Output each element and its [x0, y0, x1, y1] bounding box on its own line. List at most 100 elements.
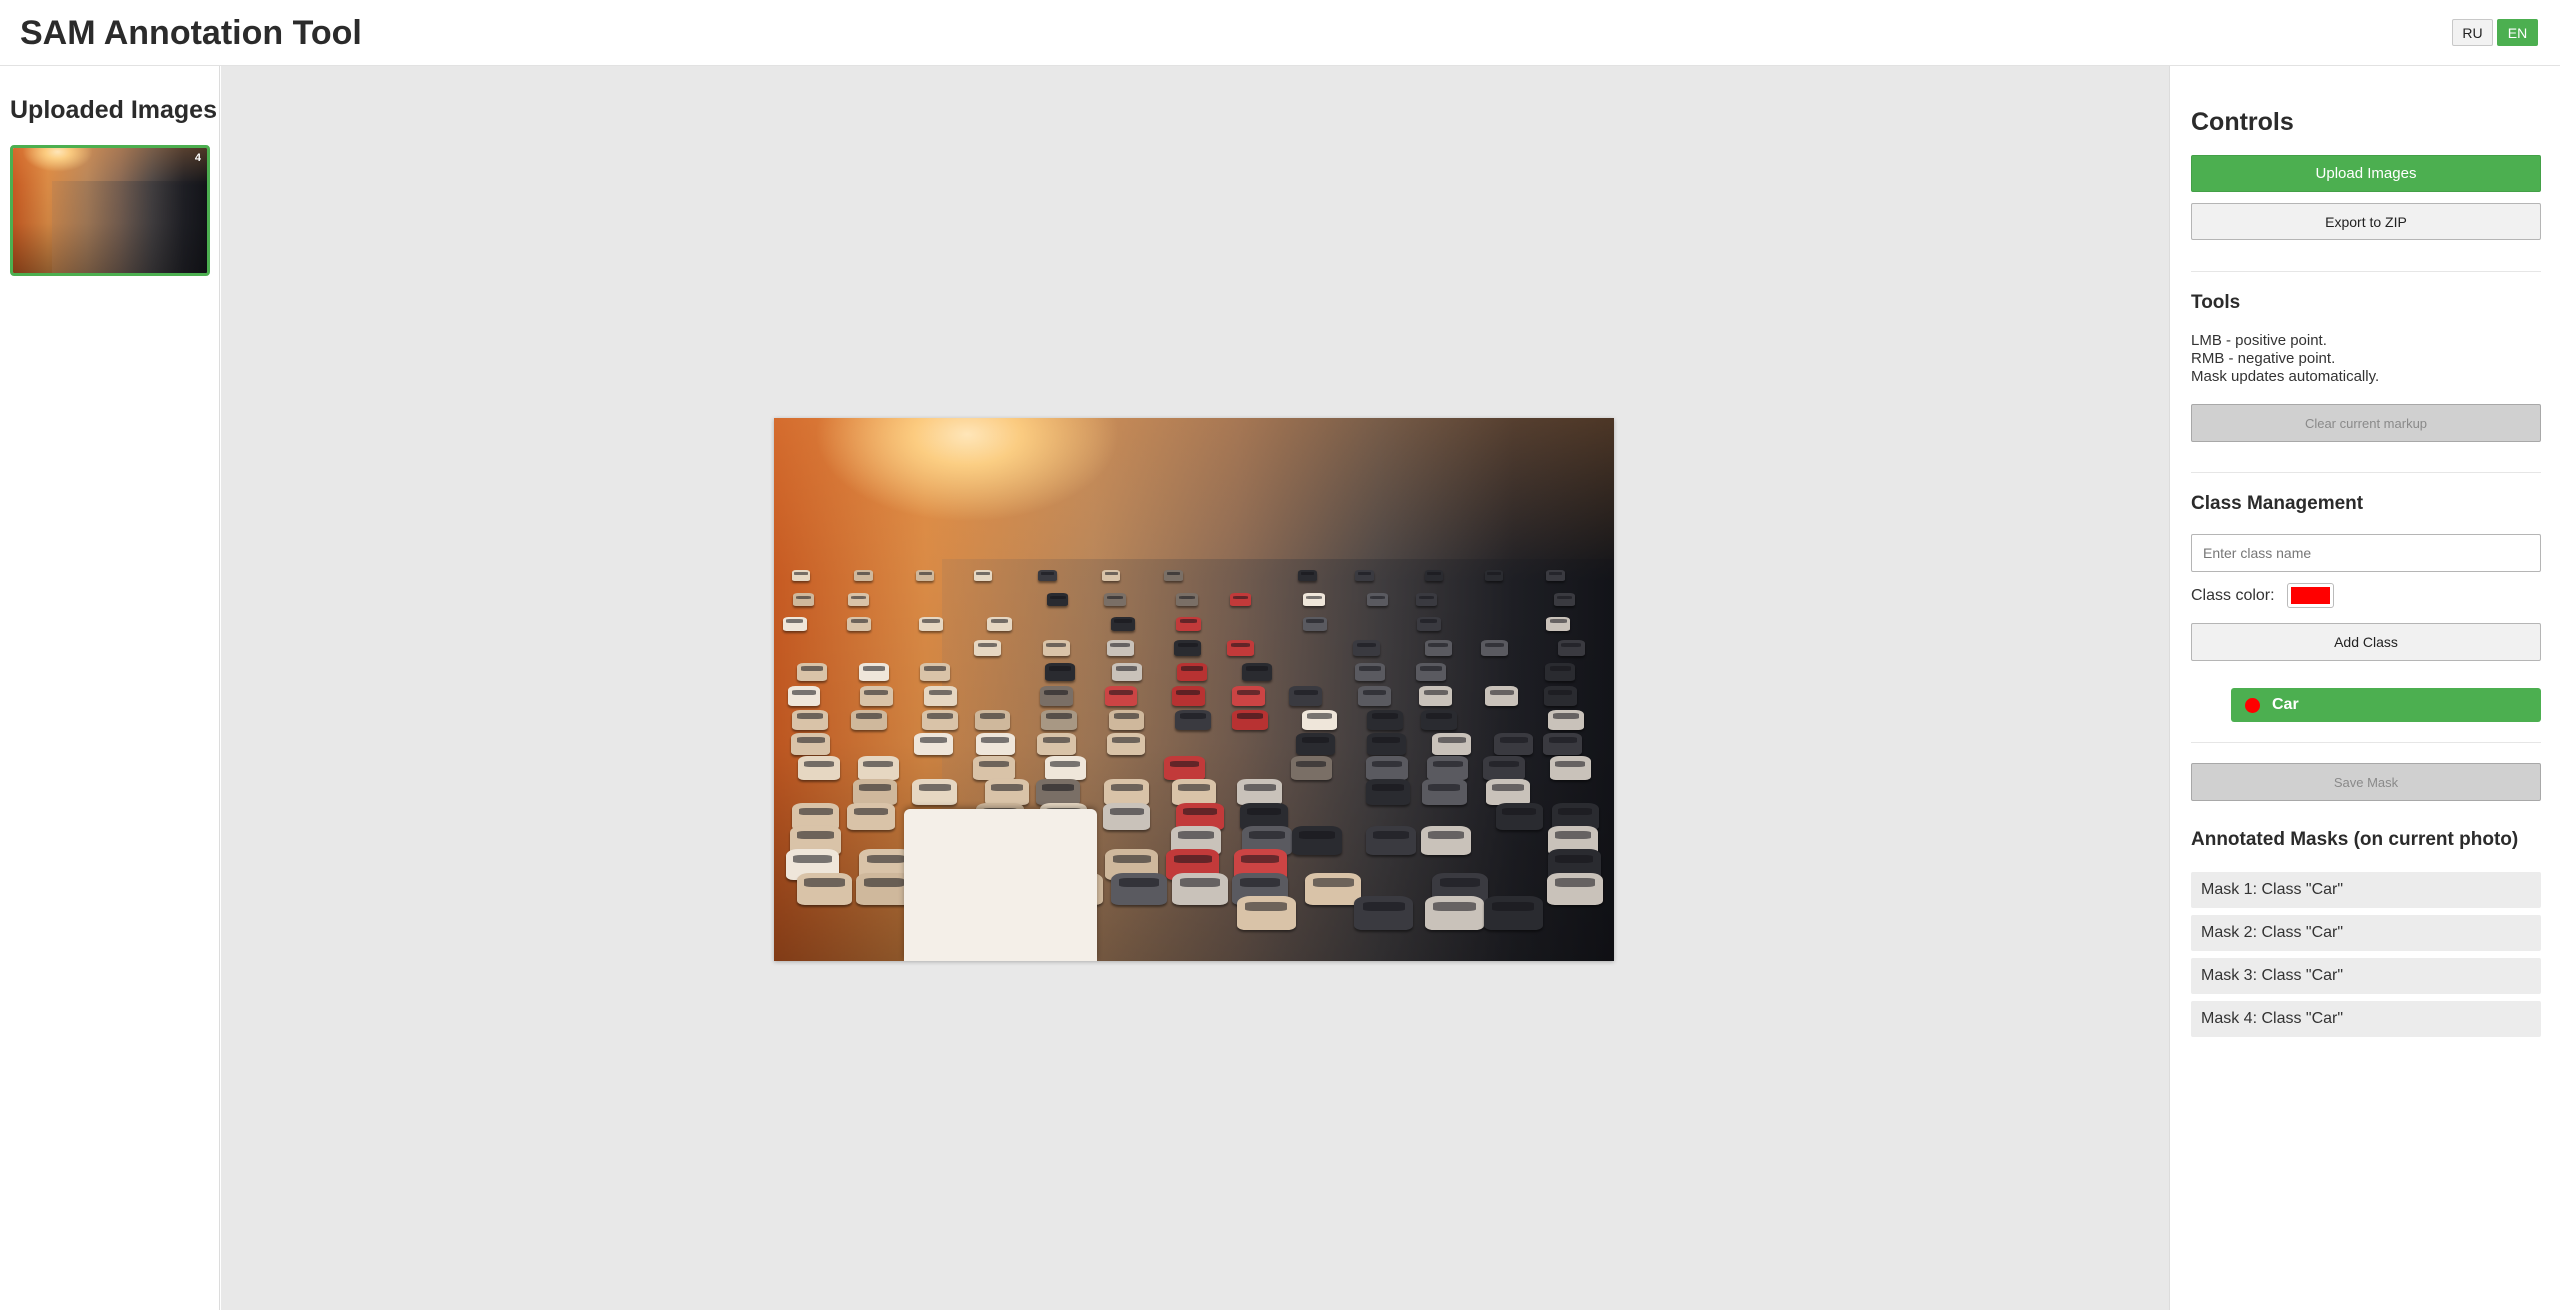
car-shape — [985, 779, 1030, 806]
car-shape — [912, 779, 957, 806]
mask-list-item[interactable]: Mask 1: Class "Car" — [2191, 872, 2541, 908]
car-shape — [1106, 639, 1134, 656]
car-shape — [1035, 779, 1081, 806]
export-zip-button[interactable]: Export to ZIP — [2191, 203, 2541, 240]
car-shape — [1548, 709, 1584, 731]
tools-heading: Tools — [2191, 292, 2241, 313]
car-shape — [1101, 570, 1121, 581]
car-shape — [791, 732, 831, 756]
car-shape — [1419, 686, 1453, 706]
class-color-dot-icon — [2245, 697, 2260, 713]
app-title: SAM Annotation Tool — [20, 14, 362, 52]
car-shape — [975, 732, 1015, 756]
car-shape — [973, 756, 1015, 781]
car-shape — [1171, 779, 1216, 806]
class-chip-car[interactable]: Car — [2231, 688, 2541, 722]
car-shape — [1045, 663, 1075, 681]
car-shape — [1303, 593, 1325, 606]
car-shape — [1546, 616, 1571, 631]
car-shape — [1305, 872, 1362, 906]
language-button-ru[interactable]: RU — [2452, 19, 2493, 46]
car-shape — [924, 686, 957, 706]
car-shape — [1298, 570, 1317, 581]
car-shape — [1424, 895, 1484, 931]
car-shape — [922, 709, 959, 731]
car-shape — [1047, 593, 1069, 606]
car-shape — [1177, 663, 1208, 681]
car-shape — [1110, 872, 1167, 906]
car-shape — [1543, 686, 1577, 706]
car-shape — [1483, 895, 1543, 931]
car-shape — [1041, 709, 1078, 731]
mask-list-item[interactable]: Mask 3: Class "Car" — [2191, 958, 2541, 994]
car-shape — [852, 779, 898, 806]
car-shape — [1106, 732, 1146, 756]
car-shape — [798, 756, 840, 781]
car-shape — [1352, 639, 1380, 656]
car-shape — [1289, 686, 1323, 706]
car-shape — [1365, 779, 1411, 806]
car-shape — [1103, 802, 1151, 831]
car-shape — [1358, 686, 1391, 706]
car-shape — [974, 709, 1011, 731]
car-shape — [1416, 616, 1441, 631]
add-class-button[interactable]: Add Class — [2191, 623, 2541, 661]
save-mask-button[interactable]: Save Mask — [2191, 763, 2541, 801]
car-shape — [1426, 756, 1469, 781]
car-shape — [1366, 732, 1406, 756]
car-shape — [1110, 616, 1135, 631]
car-shape — [1557, 639, 1585, 656]
image-thumbnail[interactable]: 4 — [10, 145, 210, 276]
controls-heading: Controls — [2191, 108, 2294, 136]
car-shape — [1236, 895, 1296, 931]
car-shape — [1432, 732, 1471, 756]
car-shape — [1291, 826, 1343, 856]
annotation-image[interactable] — [774, 418, 1614, 961]
mask-list-item[interactable]: Mask 4: Class "Car" — [2191, 1001, 2541, 1037]
car-shape — [1553, 593, 1576, 606]
car-shape — [854, 570, 873, 581]
car-shape — [1104, 779, 1149, 806]
car-shape — [1355, 663, 1386, 681]
car-shape — [1111, 663, 1142, 681]
car-shape — [1424, 570, 1444, 581]
car-shape — [918, 616, 944, 631]
clear-markup-button[interactable]: Clear current markup — [2191, 404, 2541, 442]
car-shape — [1495, 802, 1543, 831]
language-button-en[interactable]: EN — [2497, 19, 2538, 46]
car-shape — [1044, 756, 1087, 781]
class-name-input[interactable] — [2191, 534, 2541, 572]
car-shape — [1229, 593, 1251, 606]
car-shape — [919, 663, 950, 681]
car-shape — [1366, 593, 1389, 606]
car-shape — [1038, 570, 1057, 581]
mask-list-item[interactable]: Mask 2: Class "Car" — [2191, 915, 2541, 951]
uploaded-images-sidebar: Uploaded Images 4 — [0, 66, 220, 1310]
white-van — [904, 808, 1098, 961]
car-shape — [1039, 686, 1073, 706]
car-shape — [914, 732, 953, 756]
car-shape — [1415, 663, 1446, 681]
car-shape — [857, 756, 900, 781]
car-shape — [987, 616, 1012, 631]
car-shape — [847, 802, 895, 831]
car-shape — [1290, 756, 1333, 781]
car-shape — [1483, 756, 1525, 781]
class-management-heading: Class Management — [2191, 493, 2364, 514]
car-shape — [1108, 709, 1145, 731]
car-shape — [1543, 732, 1582, 756]
car-shape — [1172, 872, 1228, 906]
car-shape — [851, 709, 887, 731]
app-header: SAM Annotation Tool RU EN — [0, 0, 2560, 66]
class-color-picker[interactable] — [2287, 583, 2334, 608]
car-shape — [1163, 756, 1206, 781]
car-shape — [1296, 732, 1335, 756]
car-shape — [1104, 686, 1138, 706]
divider — [2191, 742, 2541, 743]
thumbnail-photo — [13, 148, 207, 273]
class-color-label: Class color: — [2191, 587, 2275, 604]
upload-images-button[interactable]: Upload Images — [2191, 155, 2541, 192]
car-shape — [782, 616, 807, 631]
language-switcher: RU EN — [2452, 19, 2538, 46]
car-shape — [1242, 663, 1273, 681]
